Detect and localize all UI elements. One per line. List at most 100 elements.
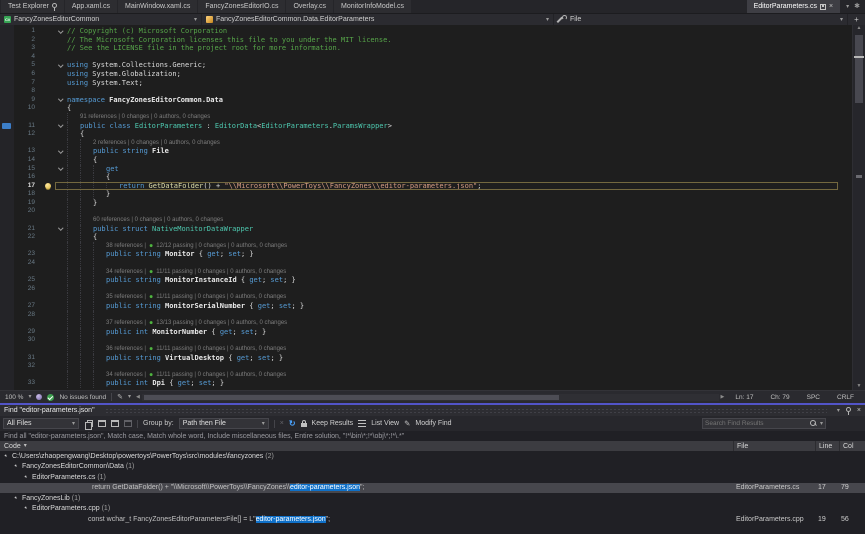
fold-margin-cell[interactable] xyxy=(54,125,67,127)
code-line-22[interactable]: 22{ xyxy=(0,233,852,242)
code-line-5[interactable]: 5using System.Collections.Generic; xyxy=(0,61,852,70)
line-number[interactable]: 32 xyxy=(14,362,42,371)
glyph-margin-cell[interactable] xyxy=(0,27,14,36)
scroll-right-icon[interactable]: ▶ xyxy=(721,395,725,400)
line-number[interactable]: 33 xyxy=(14,379,42,388)
codelens-row[interactable]: 34 references | ● 11/11 passing | 0 chan… xyxy=(0,268,852,277)
glyph-margin-cell[interactable] xyxy=(0,199,14,208)
code-line-18[interactable]: 18} xyxy=(0,190,852,199)
code-line-10[interactable]: 10{ xyxy=(0,104,852,113)
glyph-margin-cell[interactable] xyxy=(0,371,14,380)
line-number[interactable]: 15 xyxy=(14,165,42,174)
code-editor[interactable]: 1// Copyright (c) Microsoft Corporation2… xyxy=(0,25,865,390)
find-group-row[interactable]: ▼EditorParameters.cs (1) xyxy=(0,472,865,483)
code-line-8[interactable]: 8 xyxy=(0,87,852,96)
fold-chevron-icon[interactable] xyxy=(58,28,63,33)
close-icon[interactable]: × xyxy=(857,407,861,414)
glyph-margin-cell[interactable] xyxy=(0,268,14,277)
tab-mainwindow-xaml-cs[interactable]: MainWindow.xaml.cs xyxy=(118,0,197,13)
fold-margin-cell[interactable] xyxy=(54,65,67,67)
tab-test-explorer[interactable]: Test Explorer xyxy=(1,0,64,13)
glyph-margin-cell[interactable] xyxy=(0,311,14,320)
clear-results-icon[interactable] xyxy=(124,420,132,427)
expanded-triangle-icon[interactable]: ▼ xyxy=(4,453,10,459)
tab-overlay-cs[interactable]: Overlay.cs xyxy=(286,0,333,13)
keep-results-button[interactable]: Keep Results xyxy=(312,420,354,427)
fold-chevron-icon[interactable] xyxy=(58,97,63,102)
glyph-margin-cell[interactable] xyxy=(0,165,14,174)
code-line-31[interactable]: 31public string VirtualDesktop { get; se… xyxy=(0,354,852,363)
pen-chevron-down-icon[interactable]: ▾ xyxy=(128,394,131,400)
codelens-text[interactable]: 11/11 passing | 0 changes | 0 authors, 0… xyxy=(155,268,287,277)
codelens-text[interactable]: 60 references | 0 changes | 0 authors, 0… xyxy=(93,216,223,225)
glyph-margin-cell[interactable] xyxy=(0,182,14,191)
code-line-16[interactable]: 16{ xyxy=(0,173,852,182)
code-line-19[interactable]: 19} xyxy=(0,199,852,208)
line-number[interactable]: 16 xyxy=(14,173,42,182)
line-number[interactable]: 8 xyxy=(14,87,42,96)
type-dropdown[interactable]: FancyZonesEditorCommon.Data.EditorParame… xyxy=(202,14,554,25)
line-number[interactable]: 2 xyxy=(14,36,42,45)
collapse-all-icon[interactable] xyxy=(111,420,119,427)
vertical-scrollbar-thumb[interactable] xyxy=(855,35,863,103)
save-icon[interactable] xyxy=(820,4,826,10)
line-number[interactable]: 4 xyxy=(14,53,42,62)
glyph-margin-cell[interactable] xyxy=(0,328,14,337)
code-line-2[interactable]: 2// The Microsoft Corporation licenses t… xyxy=(0,36,852,45)
glyph-margin-cell[interactable] xyxy=(0,276,14,285)
status-line-number[interactable]: Ln: 17 xyxy=(729,394,759,401)
line-number[interactable]: 28 xyxy=(14,311,42,320)
sort-chevron-icon[interactable]: ▾ xyxy=(24,443,27,449)
glyph-margin-cell[interactable] xyxy=(0,379,14,388)
glyph-margin-cell[interactable] xyxy=(0,61,14,70)
line-number[interactable]: 27 xyxy=(14,302,42,311)
code-line-25[interactable]: 25public string MonitorInstanceId { get;… xyxy=(0,276,852,285)
code-line-6[interactable]: 6using System.Globalization; xyxy=(0,70,852,79)
codelens-row[interactable]: 91 references | 0 changes | 0 authors, 0… xyxy=(0,113,852,122)
codelens-row[interactable]: 34 references | ● 11/11 passing | 0 chan… xyxy=(0,371,852,380)
glyph-margin-cell[interactable] xyxy=(0,285,14,294)
horizontal-scrollbar-thumb[interactable] xyxy=(144,395,559,400)
glyph-margin-cell[interactable] xyxy=(0,36,14,45)
glyph-margin-cell[interactable] xyxy=(0,259,14,268)
codelens-text[interactable]: 37 references | xyxy=(106,319,148,328)
line-number[interactable]: 23 xyxy=(14,250,42,259)
glyph-margin-cell[interactable] xyxy=(0,79,14,88)
code-line-13[interactable]: 13public string File xyxy=(0,147,852,156)
line-number[interactable]: 6 xyxy=(14,70,42,79)
line-number[interactable]: 13 xyxy=(14,147,42,156)
horizontal-scrollbar[interactable]: ◀ ▶ xyxy=(136,393,724,402)
glyph-margin-cell[interactable] xyxy=(0,44,14,53)
tab-monitorinfomodel-cs[interactable]: MonitorInfoModel.cs xyxy=(334,0,411,13)
glyph-margin-cell[interactable] xyxy=(0,362,14,371)
codelens-text[interactable]: 38 references | xyxy=(106,242,148,251)
codelens-row[interactable]: 38 references | ● 12/12 passing | 0 chan… xyxy=(0,242,852,251)
glyph-margin-cell[interactable] xyxy=(0,207,14,216)
fold-chevron-icon[interactable] xyxy=(58,62,63,67)
zoom-level[interactable]: 100 % xyxy=(5,394,23,401)
scroll-left-icon[interactable]: ◀ xyxy=(136,395,140,400)
window-position-chevron-icon[interactable]: ▾ xyxy=(837,408,840,414)
expanded-triangle-icon[interactable]: ▼ xyxy=(24,474,30,480)
file-column-header[interactable]: File xyxy=(733,441,815,451)
code-line-23[interactable]: 23public string Monitor { get; set; } xyxy=(0,250,852,259)
search-find-results-box[interactable]: ▾ xyxy=(702,418,826,429)
chevron-down-icon[interactable]: ▾ xyxy=(820,421,823,427)
line-number[interactable]: 11 xyxy=(14,122,42,131)
line-number[interactable]: 17 xyxy=(14,182,42,191)
line-number[interactable]: 25 xyxy=(14,276,42,285)
glyph-margin-cell[interactable] xyxy=(0,139,14,148)
line-number[interactable]: 31 xyxy=(14,354,42,363)
codelens-text[interactable]: 11/11 passing | 0 changes | 0 authors, 0… xyxy=(155,345,287,354)
copilot-badge-icon[interactable] xyxy=(36,394,42,400)
fold-margin-cell[interactable] xyxy=(54,168,67,170)
find-group-row[interactable]: ▼FancyZonesLib (1) xyxy=(0,493,865,504)
expanded-triangle-icon[interactable]: ▼ xyxy=(24,506,30,512)
line-number[interactable]: 1 xyxy=(14,27,42,36)
close-icon[interactable]: × xyxy=(829,3,833,10)
code-line-11[interactable]: 11public class EditorParameters : Editor… xyxy=(0,122,852,131)
code-line-12[interactable]: 12{ xyxy=(0,130,852,139)
codelens-row[interactable]: 36 references | ● 11/11 passing | 0 chan… xyxy=(0,345,852,354)
glyph-margin-cell[interactable] xyxy=(0,233,14,242)
fold-chevron-icon[interactable] xyxy=(58,148,63,153)
